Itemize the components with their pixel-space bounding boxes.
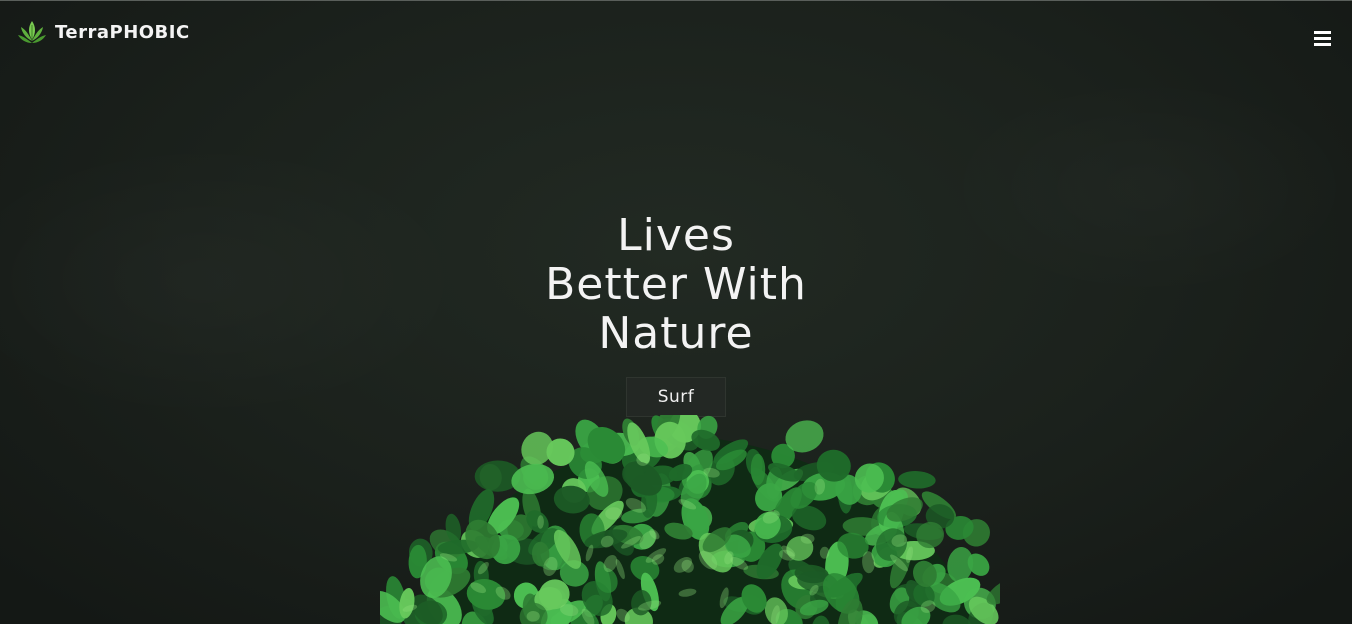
hero-section: TerraPHOBIC Lives Better With Nature Sur… bbox=[0, 0, 1352, 624]
navbar: TerraPHOBIC bbox=[0, 0, 1352, 70]
headline-line-1: Lives bbox=[617, 210, 735, 261]
surf-button[interactable]: Surf bbox=[626, 377, 726, 417]
hero-headline: Lives Better With Nature bbox=[0, 211, 1352, 358]
brand-name: TerraPHOBIC bbox=[55, 22, 190, 43]
brand-link[interactable]: TerraPHOBIC bbox=[17, 18, 190, 48]
green-plant-bush-image bbox=[380, 415, 1000, 624]
headline-line-2: Better With bbox=[545, 259, 807, 310]
hamburger-menu-icon[interactable] bbox=[1314, 31, 1331, 46]
leaf-lotus-icon bbox=[18, 21, 46, 43]
headline-line-3: Nature bbox=[598, 308, 754, 359]
